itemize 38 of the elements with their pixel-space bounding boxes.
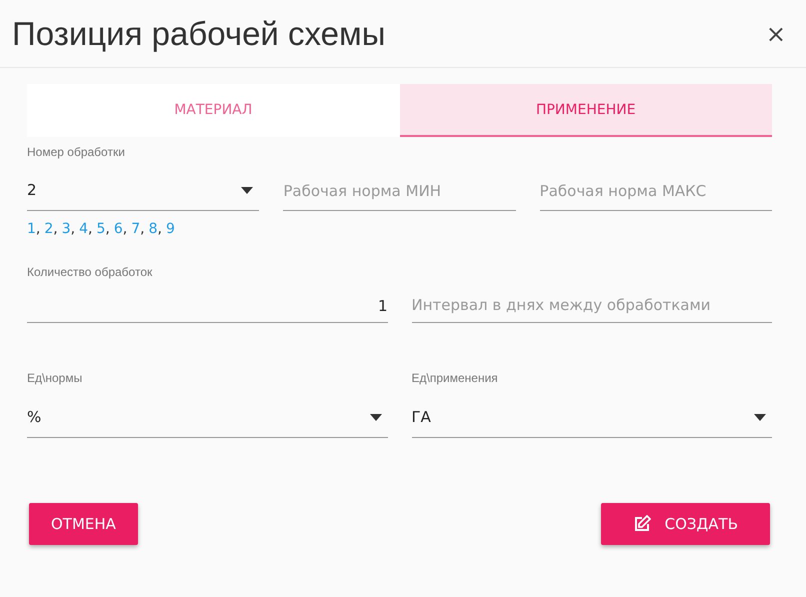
create-button[interactable]: СОЗДАТЬ: [600, 503, 770, 545]
dropdown-field[interactable]: ГА: [412, 397, 772, 438]
dropdown-field[interactable]: 2: [27, 170, 260, 211]
number-link[interactable]: 2: [44, 221, 54, 237]
caret-icon: [370, 414, 382, 420]
separator-text: ,: [88, 221, 92, 237]
field-label: Ед\применения: [412, 371, 499, 387]
separator-text: ,: [140, 221, 145, 237]
input-field[interactable]: Интервал в днях между обработками: [412, 288, 772, 323]
separator-text: ,: [122, 221, 128, 237]
number-link[interactable]: 6: [114, 221, 123, 237]
separator-text: ,: [70, 221, 76, 237]
separator-text: ,: [105, 221, 110, 237]
input-field[interactable]: Рабочая норма МАКС: [540, 171, 772, 211]
dropdown-field[interactable]: %: [27, 397, 388, 438]
caret-icon: [754, 414, 766, 420]
input-field[interactable]: Рабочая норма МИН: [283, 171, 516, 211]
dialog-title: Позиция рабочей схемы: [12, 14, 386, 52]
tab[interactable]: ПРИМЕНЕНИЕ: [400, 84, 772, 137]
field-label: Ед\нормы: [27, 371, 84, 387]
cancel-button[interactable]: ОТМЕНА: [29, 503, 138, 545]
edit-icon: [632, 515, 651, 533]
close-button[interactable]: ×: [758, 20, 794, 48]
number-link[interactable]: 4: [79, 221, 88, 237]
caret-icon: [241, 186, 254, 194]
number-link[interactable]: 1: [27, 221, 36, 237]
separator-text: ,: [158, 221, 162, 237]
number-link[interactable]: 5: [96, 221, 106, 237]
separator-text: ,: [53, 221, 58, 237]
number-link[interactable]: 7: [131, 221, 140, 237]
number-link[interactable]: 3: [62, 221, 71, 237]
field-label: Номер обработки: [27, 145, 126, 161]
number-link[interactable]: 8: [148, 221, 158, 237]
separator-text: ,: [36, 221, 40, 237]
tab[interactable]: МАТЕРИАЛ: [27, 84, 400, 137]
input-field[interactable]: 1: [27, 289, 388, 323]
number-link[interactable]: 9: [166, 221, 175, 237]
field-label: Количество обработок: [27, 265, 154, 279]
